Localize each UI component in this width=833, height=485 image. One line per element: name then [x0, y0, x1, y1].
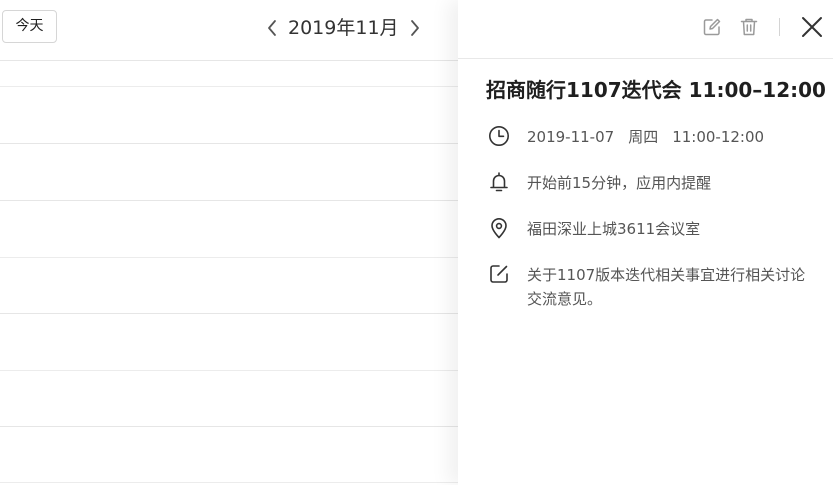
event-datetime: 2019-11-07 周四 11:00-12:00 — [527, 125, 817, 149]
close-button[interactable] — [800, 15, 824, 39]
event-weekday: 周四 — [628, 128, 659, 146]
close-icon — [802, 17, 822, 37]
next-month-button[interactable] — [405, 13, 425, 43]
grid-line — [0, 257, 470, 258]
location-pin-icon — [491, 218, 507, 239]
event-location-row: 福田深业上城3611会议室 — [488, 217, 818, 241]
grid-line — [0, 60, 470, 61]
month-label: 2019年11月 — [288, 17, 399, 39]
grid-line — [0, 426, 470, 427]
grid-line — [0, 370, 470, 371]
calendar-app: 今天 2019年11月 招商随行1107迭代会 11:00–12:00 2019… — [0, 0, 833, 485]
event-date: 2019-11-07 — [527, 128, 615, 146]
delete-button[interactable] — [737, 15, 761, 39]
detail-header — [458, 0, 833, 59]
grid-line — [0, 143, 470, 144]
grid-line — [0, 313, 470, 314]
grid-line — [0, 482, 470, 483]
event-time-range: 11:00-12:00 — [672, 128, 765, 146]
clock-icon — [489, 126, 509, 146]
event-reminder-row: 开始前15分钟，应用内提醒 — [488, 171, 818, 195]
prev-month-button[interactable] — [262, 13, 282, 43]
event-detail-panel: 招商随行1107迭代会 11:00–12:00 2019-11-07 周四 11:0… — [458, 0, 833, 485]
event-reminder: 开始前15分钟，应用内提醒 — [527, 174, 712, 192]
event-description-row: 关于1107版本迭代相关事宜进行相关讨论交流意见。 — [488, 263, 818, 311]
edit-icon — [703, 18, 721, 36]
header-divider — [779, 18, 780, 36]
note-icon — [490, 265, 508, 283]
bell-icon — [490, 172, 508, 192]
event-time-row: 2019-11-07 周四 11:00-12:00 — [488, 125, 818, 149]
grid-line — [0, 86, 470, 87]
today-button[interactable]: 今天 — [2, 10, 57, 43]
trash-icon — [740, 18, 758, 36]
calendar-view: 今天 2019年11月 — [0, 0, 470, 485]
chevron-left-icon — [268, 20, 276, 36]
month-navigator: 2019年11月 — [262, 13, 425, 43]
grid-line — [0, 200, 470, 201]
event-location: 福田深业上城3611会议室 — [527, 220, 701, 238]
chevron-right-icon — [410, 20, 419, 36]
event-description: 关于1107版本迭代相关事宜进行相关讨论交流意见。 — [527, 266, 806, 308]
event-title: 招商随行1107迭代会 11:00–12:00 — [486, 78, 826, 102]
edit-button[interactable] — [700, 15, 724, 39]
